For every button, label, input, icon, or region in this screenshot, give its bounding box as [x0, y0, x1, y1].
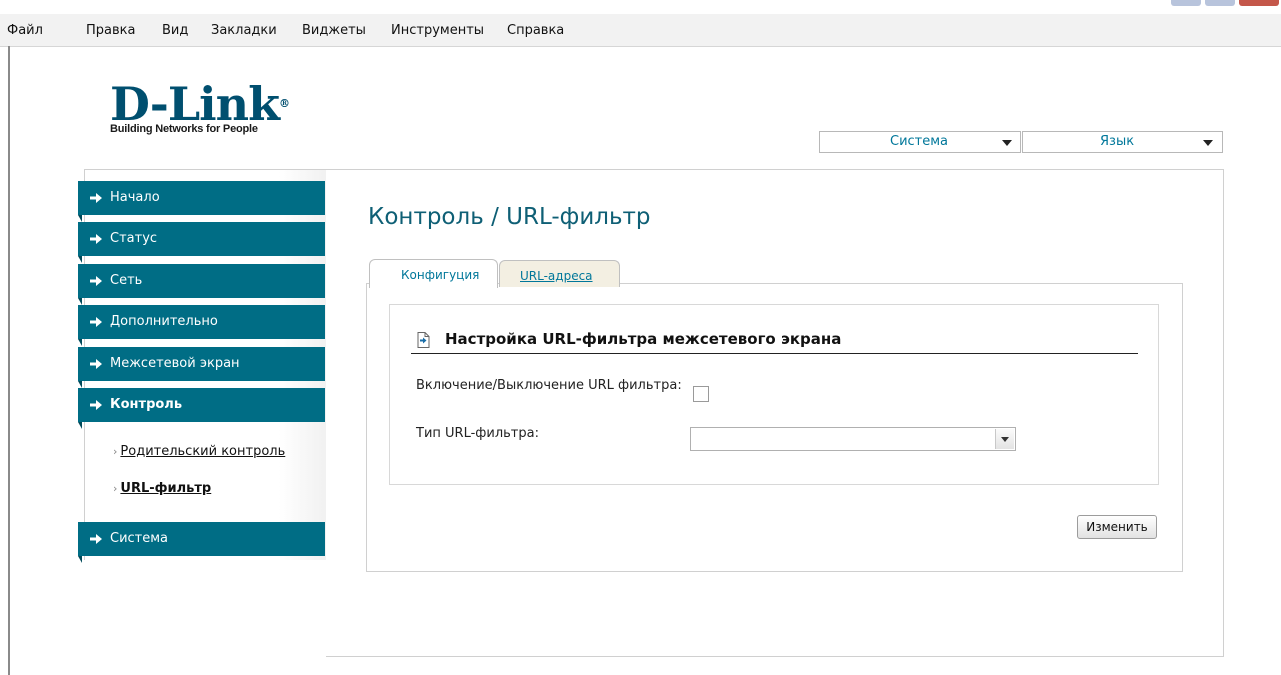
- select-dropdown-button[interactable]: [995, 429, 1014, 449]
- sidebar-item-start[interactable]: Начало: [78, 181, 325, 222]
- section-title: Настройка URL-фильтра межсетевого экрана: [445, 330, 842, 348]
- window-frame-top: [0, 0, 1281, 14]
- section-divider: [411, 353, 1138, 354]
- sidebar-item-control[interactable]: Контроль: [78, 388, 325, 429]
- language-select[interactable]: Язык: [1022, 131, 1223, 153]
- sidebar-item-system[interactable]: Система: [78, 522, 325, 563]
- sidebar-subitem-url-filter[interactable]: › URL-фильтр: [113, 481, 211, 496]
- tab-url-addresses[interactable]: URL-адреса: [499, 260, 620, 287]
- sidebar-subitem-label: URL-фильтр: [120, 481, 212, 496]
- dlink-logo: D-Link®: [110, 77, 290, 131]
- language-select-label: Язык: [1100, 134, 1135, 149]
- sidebar-item-label: Система: [110, 531, 169, 546]
- chevron-down-icon: [1203, 140, 1213, 146]
- sidebar-subitem-label: Родительский контроль: [120, 444, 286, 459]
- menu-file[interactable]: Файл: [7, 23, 43, 38]
- enable-filter-checkbox[interactable]: [693, 386, 709, 402]
- arrow-right-icon: [90, 534, 102, 544]
- menu-view[interactable]: Вид: [162, 23, 188, 38]
- filter-type-label: Тип URL-фильтра:: [416, 426, 539, 441]
- chevron-down-icon: [1002, 140, 1012, 146]
- arrow-right-icon: [90, 276, 102, 286]
- page-title: Контроль / URL-фильтр: [368, 204, 651, 230]
- chevron-down-icon: [1001, 437, 1009, 442]
- menu-bookmarks[interactable]: Закладки: [211, 23, 277, 38]
- arrow-right-icon: [90, 193, 102, 203]
- arrow-right-icon: [90, 400, 102, 410]
- document-arrow-icon: [417, 332, 430, 348]
- tab-configuration[interactable]: Конфигуция: [369, 259, 498, 288]
- sidebar-item-network[interactable]: Сеть: [78, 264, 325, 305]
- menu-bar: Файл Правка Вид Закладки Виджеты Инструм…: [0, 14, 1281, 47]
- sidebar-item-label: Сеть: [110, 273, 143, 288]
- menu-tools[interactable]: Инструменты: [391, 23, 484, 38]
- arrow-right-icon: [90, 234, 102, 244]
- window-left-border: [8, 46, 10, 675]
- menu-edit[interactable]: Правка: [86, 23, 135, 38]
- sidebar-item-label: Дополнительно: [110, 314, 218, 329]
- arrow-right-icon: [90, 359, 102, 369]
- sidebar-item-label: Контроль: [110, 397, 183, 412]
- menu-widgets[interactable]: Виджеты: [302, 23, 366, 38]
- sidebar-item-label: Межсетевой экран: [110, 356, 240, 371]
- sidebar-item-status[interactable]: Статус: [78, 222, 325, 263]
- sidebar-item-advanced[interactable]: Дополнительно: [78, 305, 325, 346]
- sidebar-item-label: Начало: [110, 190, 160, 205]
- system-select-label: Система: [890, 134, 949, 149]
- enable-filter-label: Включение/Выключение URL фильтра:: [416, 378, 682, 393]
- menu-help[interactable]: Справка: [507, 23, 564, 38]
- tab-label: URL-адреса: [520, 269, 593, 283]
- change-button[interactable]: Изменить: [1077, 515, 1157, 539]
- filter-type-select[interactable]: [690, 427, 1016, 451]
- sidebar-item-label: Статус: [110, 231, 158, 246]
- arrow-right-icon: [90, 317, 102, 327]
- tab-label: Конфигуция: [401, 268, 480, 282]
- system-select[interactable]: Система: [819, 131, 1021, 153]
- sidebar-item-firewall[interactable]: Межсетевой экран: [78, 347, 325, 388]
- window-controls: [1171, 0, 1281, 8]
- logo-tagline: Building Networks for People: [110, 123, 258, 135]
- sidebar-subitem-parental-control[interactable]: › Родительский контроль: [113, 444, 285, 459]
